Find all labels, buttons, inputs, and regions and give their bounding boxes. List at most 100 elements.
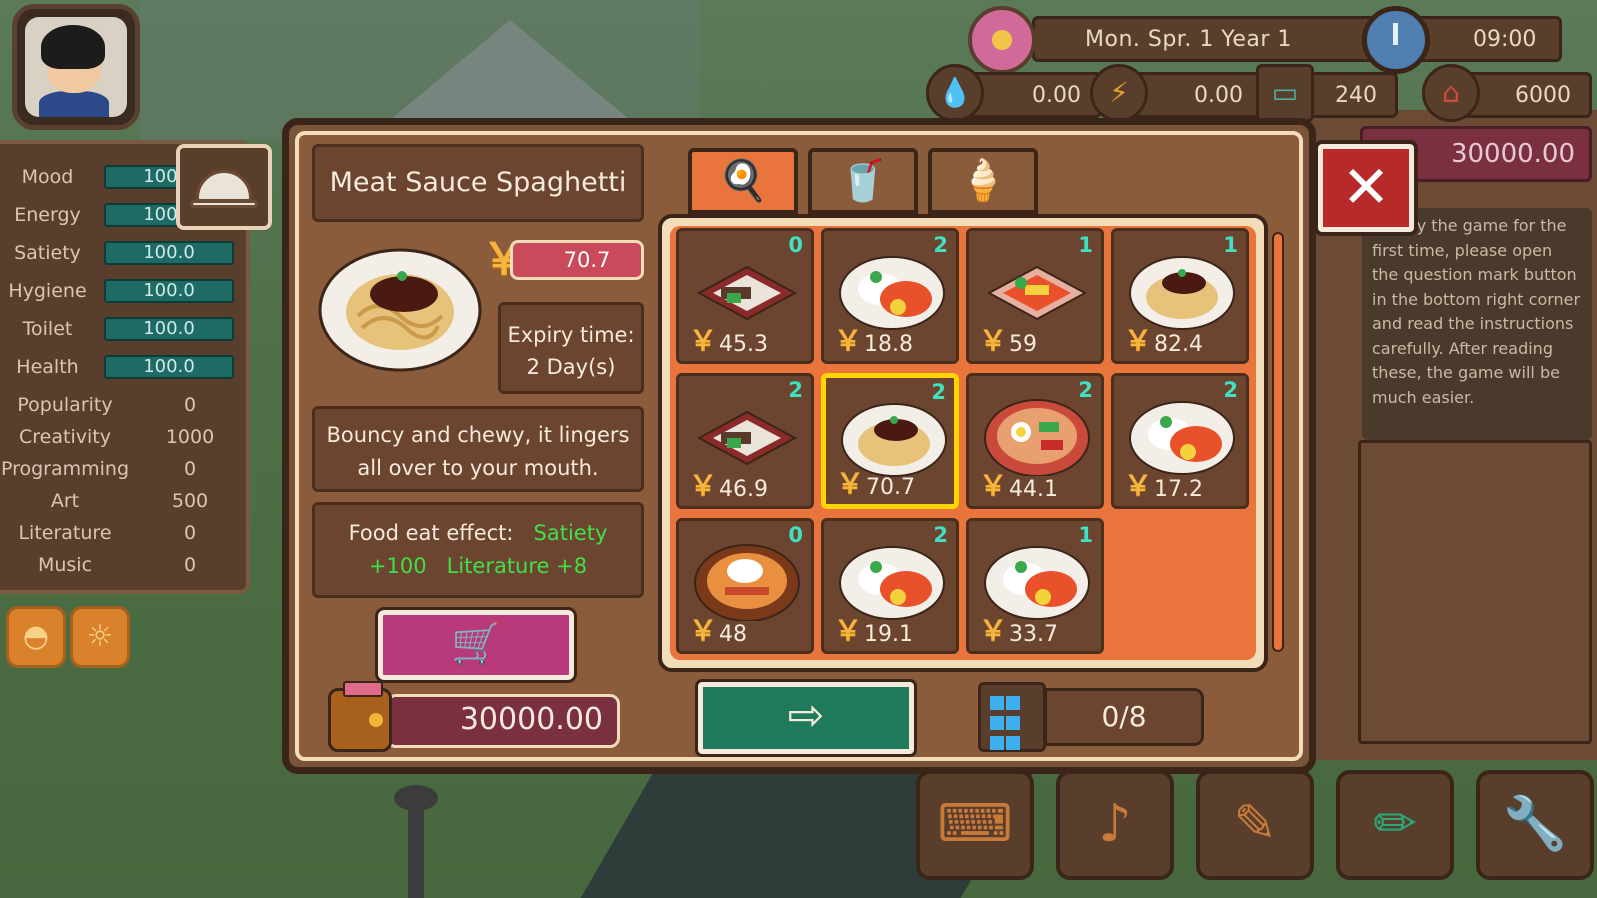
tab-drinks[interactable]: 🥤 <box>808 148 918 214</box>
food-item-spaghetti[interactable]: 2 ￥ 70.7 <box>821 373 959 509</box>
stat-satiety: Satiety 100.0 <box>0 238 240 268</box>
food-item-rice[interactable]: 1 ￥ 33.7 <box>966 518 1104 654</box>
stat-programming: Programming 0 <box>0 454 240 484</box>
wallet-icon <box>328 681 392 752</box>
storage-count: 0/8 <box>1044 688 1204 746</box>
date-bar: Mon. Spr. 1 Year 1 09:00 <box>1032 16 1562 62</box>
stat-label: Art <box>50 490 80 512</box>
food-price: 19.1 <box>864 622 913 647</box>
monitor-icon: ▭ <box>1256 64 1314 122</box>
yen-icon: ￥ <box>979 614 1008 647</box>
food-price: 59 <box>1009 332 1037 357</box>
yen-icon: ￥ <box>979 469 1008 502</box>
fried-egg-icon: 🍳 <box>718 158 768 204</box>
yen-icon: ￥ <box>834 614 863 647</box>
tab-desserts[interactable]: 🍦 <box>928 148 1038 214</box>
player-avatar[interactable] <box>12 4 140 130</box>
food-item-rice[interactable]: 2 ￥ 17.2 <box>1111 373 1249 509</box>
effect-label: Food eat effect: <box>348 521 514 545</box>
yen-icon: ￥ <box>836 467 865 500</box>
keyboard-tool-icon[interactable]: ⌨ <box>916 770 1034 880</box>
cloche-plate <box>190 200 258 208</box>
effect-literature: Literature +8 <box>446 554 588 578</box>
arrow-right-icon: ⇨ <box>787 690 825 741</box>
pencil-tool-icon[interactable]: ✏ <box>1336 770 1454 880</box>
stat-creativity: Creativity 1000 <box>0 422 240 452</box>
food-item-bento[interactable]: 0 ￥ 45.3 <box>676 228 814 364</box>
close-icon: ✕ <box>1341 153 1391 221</box>
stat-bar: 100.0 <box>104 241 234 265</box>
food-item-rice[interactable]: 2 ￥ 18.8 <box>821 228 959 364</box>
food-quantity: 1 <box>1223 233 1238 257</box>
effect-satiety-value: +100 <box>368 554 427 578</box>
food-price: 17.2 <box>1154 477 1203 502</box>
food-quantity: 0 <box>788 523 803 547</box>
electricity-value: 0.00 <box>1194 83 1243 108</box>
food-quantity: 1 <box>1078 233 1093 257</box>
stat-bar: 100.0 <box>104 355 234 379</box>
screen-value: 240 <box>1335 83 1377 108</box>
season-flower-icon <box>968 6 1036 74</box>
food-item-bento[interactable]: 2 ￥ 46.9 <box>676 373 814 509</box>
item-description: Bouncy and chewy, it lingers all over to… <box>312 406 644 492</box>
food-effect-box: Food eat effect: Satiety +100 Literature… <box>312 502 644 598</box>
street-lamp-pole <box>408 800 424 898</box>
tab-food[interactable]: 🍳 <box>688 148 798 214</box>
proceed-button[interactable]: ⇨ <box>695 679 917 757</box>
close-button[interactable]: ✕ <box>1314 140 1418 236</box>
time-text: 09:00 <box>1473 27 1537 52</box>
yen-icon: ￥ <box>834 324 863 357</box>
yen-icon: ￥ <box>689 324 718 357</box>
storage-icon <box>978 682 1046 752</box>
food-menu-tab[interactable] <box>176 144 272 230</box>
yen-icon: ￥ <box>689 469 718 502</box>
food-quantity: 2 <box>1223 378 1238 402</box>
buy-button[interactable]: 🛒 <box>375 607 577 683</box>
house-value: 6000 <box>1515 83 1571 108</box>
food-quantity: 2 <box>931 380 946 404</box>
food-price: 48 <box>719 622 747 647</box>
avatar-body <box>39 91 109 117</box>
food-quantity: 2 <box>788 378 803 402</box>
stat-value: 0 <box>183 458 197 480</box>
food-quantity: 2 <box>933 233 948 257</box>
item-price: 70.7 <box>510 240 644 280</box>
food-item-box[interactable]: 1 ￥ 59 <box>966 228 1104 364</box>
food-item-rice[interactable]: 2 ￥ 19.1 <box>821 518 959 654</box>
food-quantity: 2 <box>933 523 948 547</box>
stat-label: Literature <box>18 522 112 544</box>
brush-tool-icon[interactable]: ✎ <box>1196 770 1314 880</box>
stat-label: Satiety <box>14 242 81 264</box>
stat-label: Toilet <box>22 318 73 340</box>
stat-value: 0 <box>183 522 197 544</box>
sun-buff-icon[interactable]: ☼ <box>70 606 130 668</box>
avatar-hair <box>41 25 105 69</box>
stat-hygiene: Hygiene 100.0 <box>0 276 240 306</box>
stomach-buff-icon[interactable]: ◓ <box>6 606 66 668</box>
wrench-tool-icon[interactable]: 🔧 <box>1476 770 1594 880</box>
guitar-tool-icon[interactable]: ♪ <box>1056 770 1174 880</box>
yen-icon: ￥ <box>979 324 1008 357</box>
stat-value: 0 <box>183 394 197 416</box>
stomach-icon: ◓ <box>22 619 50 654</box>
food-item-bibimbap[interactable]: 2 ￥ 44.1 <box>966 373 1104 509</box>
stat-literature: Literature 0 <box>0 518 240 548</box>
item-title: Meat Sauce Spaghetti <box>312 144 644 222</box>
clock-icon[interactable] <box>1362 6 1430 74</box>
stat-art: Art 500 <box>0 486 240 516</box>
water-value: 0.00 <box>1032 83 1081 108</box>
cloche-icon <box>196 170 252 202</box>
food-item-spaghetti[interactable]: 1 ￥ 82.4 <box>1111 228 1249 364</box>
food-quantity: 1 <box>1078 523 1093 547</box>
house-icon: ⌂ <box>1422 64 1480 122</box>
date-text: Mon. Spr. 1 Year 1 <box>1085 27 1292 52</box>
stat-value: 0 <box>183 554 197 576</box>
stat-label: Hygiene <box>8 280 87 302</box>
food-item-bowl[interactable]: 0 ￥ 48 <box>676 518 814 654</box>
food-price: 82.4 <box>1154 332 1203 357</box>
cup-icon: 🥤 <box>838 158 888 204</box>
food-price: 70.7 <box>866 475 915 500</box>
water-drop-icon: 💧 <box>926 64 984 122</box>
grid-scrollbar[interactable] <box>1272 232 1284 652</box>
cart-icon: 🛒 <box>451 621 501 667</box>
